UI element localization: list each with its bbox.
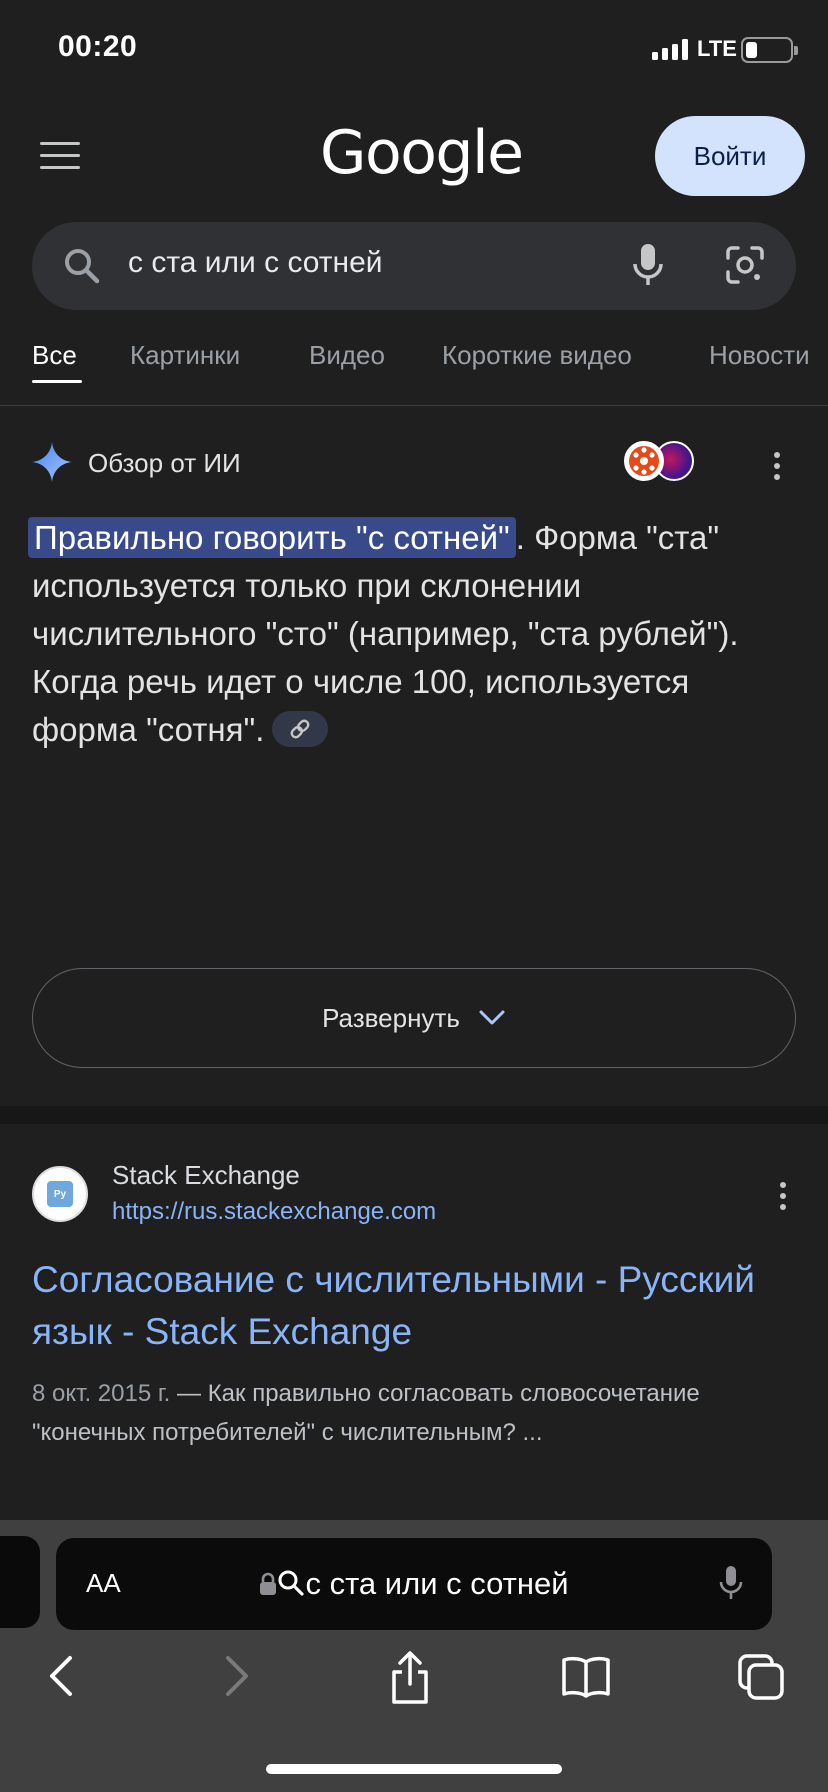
sparkle-icon: [32, 442, 72, 482]
search-tabs: Все Картинки Видео Короткие видео Новост…: [0, 336, 828, 406]
back-icon[interactable]: [42, 1650, 82, 1702]
battery-icon: [741, 37, 798, 63]
tab-short-videos[interactable]: Короткие видео: [442, 340, 632, 371]
address-bar[interactable]: AA с ста или с сотней: [56, 1538, 772, 1630]
tabs-icon[interactable]: [736, 1650, 786, 1702]
site-favicon[interactable]: Py: [32, 1166, 88, 1222]
link-icon: [290, 719, 310, 739]
ai-overview-text: Правильно говорить "с сотней". Форма "ст…: [28, 514, 772, 754]
address-query: с ста или с сотней: [305, 1566, 569, 1601]
active-tab-indicator: [32, 380, 82, 383]
search-bar[interactable]: с ста или с сотней: [32, 222, 796, 310]
previous-tab-pill[interactable]: [0, 1536, 40, 1628]
google-lens-icon[interactable]: [724, 244, 766, 286]
source-avatar: [624, 441, 664, 481]
result-date: 8 окт. 2015 г.: [32, 1380, 171, 1407]
menu-icon[interactable]: [40, 142, 80, 170]
more-options-icon[interactable]: [774, 452, 780, 485]
source-avatars[interactable]: [624, 438, 704, 484]
result-more-options-icon[interactable]: [780, 1182, 786, 1215]
status-bar: 00:20 LTE: [0, 0, 828, 100]
search-input[interactable]: с ста или с сотней: [128, 246, 383, 280]
expand-button[interactable]: Развернуть: [32, 968, 796, 1068]
result-snippet: 8 окт. 2015 г. — Как правильно согласова…: [32, 1374, 772, 1452]
tab-all[interactable]: Все: [32, 340, 77, 371]
signal-strength-icon: [652, 38, 688, 60]
home-indicator[interactable]: [266, 1764, 562, 1774]
ai-overview-header: Обзор от ИИ: [32, 438, 796, 488]
ai-answer-highlight: Правильно говорить "с сотней": [28, 517, 516, 558]
tab-images[interactable]: Картинки: [130, 340, 240, 371]
bookmarks-icon[interactable]: [560, 1650, 612, 1702]
result-site-name[interactable]: Stack Exchange: [112, 1160, 300, 1191]
microphone-icon[interactable]: [632, 242, 664, 288]
result-title-link[interactable]: Согласование с числительными - Русский я…: [32, 1254, 772, 1358]
favicon-text: Py: [47, 1181, 73, 1207]
tab-video[interactable]: Видео: [309, 340, 385, 371]
google-logo[interactable]: Google: [320, 118, 524, 188]
lock-icon: [260, 1572, 277, 1595]
source-link-button[interactable]: [272, 711, 329, 748]
forward-icon[interactable]: [216, 1650, 256, 1702]
tab-news[interactable]: Новости: [709, 340, 810, 371]
network-type: LTE: [697, 36, 737, 61]
ai-overview-title: Обзор от ИИ: [88, 448, 241, 478]
section-divider: [0, 1106, 828, 1124]
chevron-down-icon: [479, 1010, 505, 1025]
share-icon[interactable]: [388, 1650, 432, 1706]
microphone-icon[interactable]: [718, 1564, 744, 1604]
status-time: 00:20: [58, 30, 138, 63]
result-url[interactable]: https://rus.stackexchange.com: [112, 1198, 436, 1226]
address-text[interactable]: с ста или с сотней: [56, 1566, 772, 1602]
search-icon: [65, 249, 100, 284]
expand-label: Развернуть: [322, 1002, 460, 1033]
sign-in-button[interactable]: Войти: [655, 116, 805, 196]
browser-nav: [0, 1650, 828, 1710]
search-icon: [278, 1570, 305, 1596]
